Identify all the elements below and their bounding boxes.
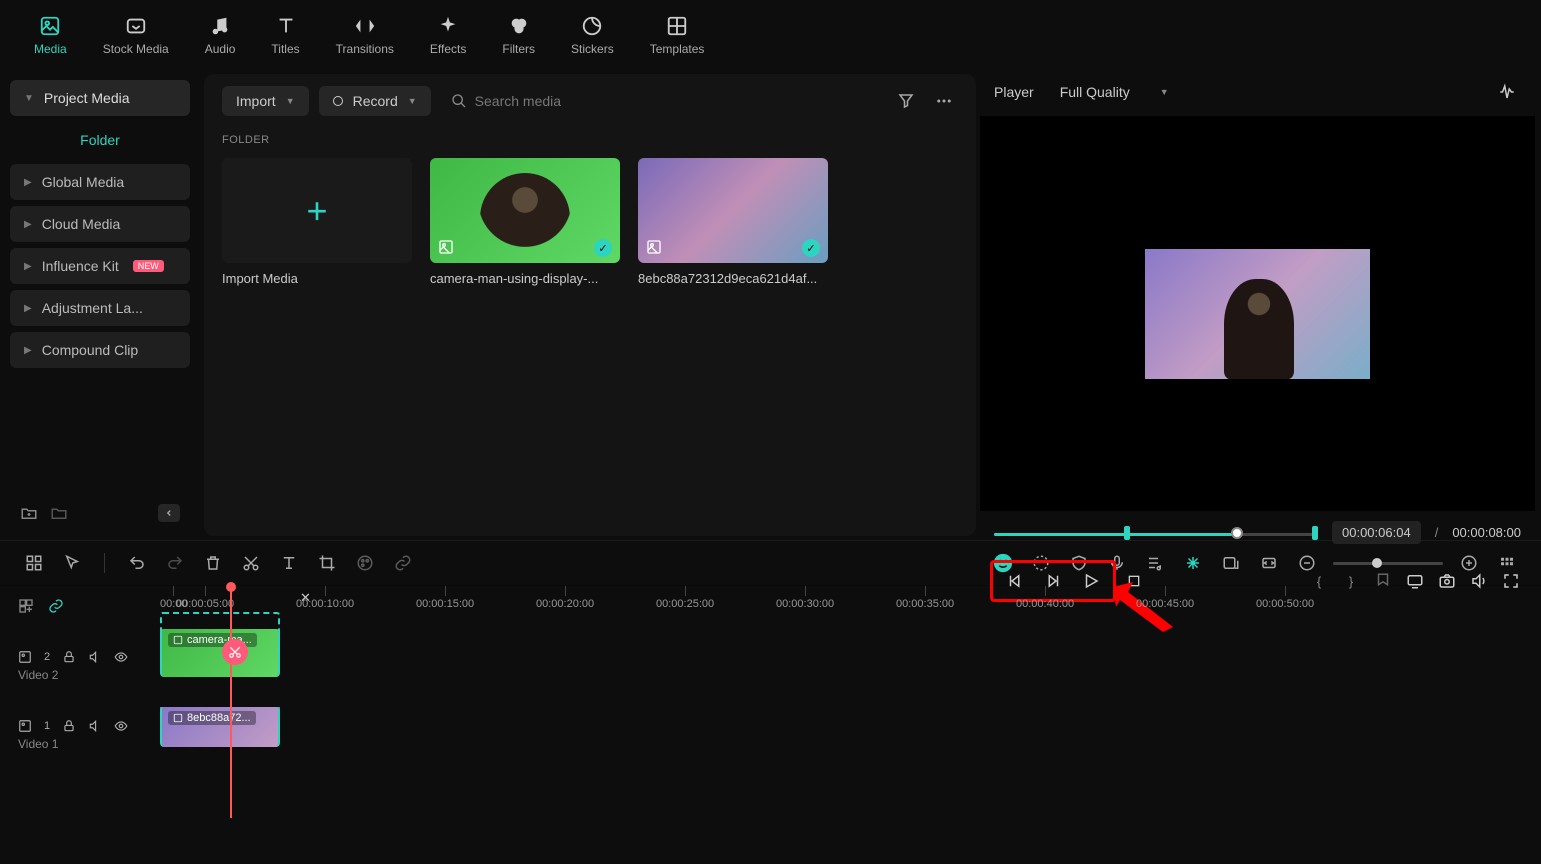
music-icon bbox=[208, 14, 232, 38]
search-icon bbox=[451, 93, 467, 109]
video-preview[interactable] bbox=[980, 116, 1535, 511]
plus-icon: + bbox=[306, 190, 327, 232]
new-folder-icon[interactable] bbox=[20, 504, 38, 522]
delete-button[interactable] bbox=[201, 551, 225, 575]
templates-icon bbox=[665, 14, 689, 38]
filters-icon bbox=[507, 14, 531, 38]
nav-filters[interactable]: Filters bbox=[488, 8, 549, 62]
chevron-right-icon: ▶ bbox=[24, 303, 32, 314]
grid-view-icon[interactable] bbox=[22, 551, 46, 575]
lock-icon[interactable] bbox=[62, 719, 76, 733]
check-icon: ✓ bbox=[802, 239, 820, 257]
link-button[interactable] bbox=[391, 551, 415, 575]
transitions-icon bbox=[353, 14, 377, 38]
eye-icon[interactable] bbox=[114, 650, 128, 664]
cut-button[interactable] bbox=[239, 551, 263, 575]
cursor-icon[interactable] bbox=[60, 551, 84, 575]
sidebar-global-media[interactable]: ▶ Global Media bbox=[10, 164, 190, 200]
slider-handle[interactable] bbox=[1372, 558, 1382, 568]
sidebar-folder[interactable]: Folder bbox=[10, 122, 190, 158]
eye-icon[interactable] bbox=[114, 719, 128, 733]
sparkle-icon bbox=[436, 14, 460, 38]
timeline-ruler[interactable]: 00:00 00:00:05:00 00:00:10:00 00:00:15:0… bbox=[160, 586, 1541, 625]
media-item-nebula[interactable]: ✓ 8ebc88a72312d9eca621d4af... bbox=[638, 158, 828, 286]
sidebar-compound-clip[interactable]: ▶ Compound Clip bbox=[10, 332, 190, 368]
chevron-right-icon: ▶ bbox=[24, 177, 32, 188]
sidebar-cloud-media[interactable]: ▶ Cloud Media bbox=[10, 206, 190, 242]
more-icon[interactable] bbox=[930, 87, 958, 115]
nav-audio[interactable]: Audio bbox=[191, 8, 250, 62]
nav-stock-media[interactable]: Stock Media bbox=[89, 8, 183, 62]
track-head-video-1[interactable]: 1 Video 1 bbox=[0, 707, 160, 763]
image-icon bbox=[38, 14, 62, 38]
quality-select[interactable]: Full Quality ▼ bbox=[1048, 80, 1181, 104]
track-image-icon bbox=[18, 650, 32, 664]
image-icon bbox=[438, 239, 456, 257]
zoom-slider[interactable] bbox=[1333, 562, 1443, 565]
undo-button[interactable] bbox=[125, 551, 149, 575]
chevron-right-icon: ▶ bbox=[24, 219, 32, 230]
link-toggle-icon[interactable] bbox=[48, 598, 64, 614]
sidebar-influence-kit[interactable]: ▶ Influence Kit NEW bbox=[10, 248, 190, 284]
out-point-marker[interactable] bbox=[1312, 526, 1318, 540]
nav-titles[interactable]: Titles bbox=[257, 8, 313, 62]
chevron-right-icon: ▶ bbox=[24, 345, 32, 356]
current-time: 00:00:06:04 bbox=[1332, 521, 1421, 544]
text-tool-button[interactable] bbox=[277, 551, 301, 575]
sidebar-adjustment-layer[interactable]: ▶ Adjustment La... bbox=[10, 290, 190, 326]
nav-templates[interactable]: Templates bbox=[636, 8, 719, 62]
redo-button[interactable] bbox=[163, 551, 187, 575]
chevron-down-icon: ▼ bbox=[408, 96, 417, 106]
total-time: 00:00:08:00 bbox=[1452, 525, 1521, 540]
chevron-down-icon: ▼ bbox=[24, 93, 34, 104]
chevron-down-icon: ▼ bbox=[286, 96, 295, 106]
clear-selection-button[interactable]: ✕ bbox=[300, 590, 311, 606]
player-title: Player bbox=[994, 84, 1034, 100]
clip-nebula[interactable]: 8ebc88a72... bbox=[160, 707, 280, 747]
in-point-marker[interactable] bbox=[1124, 526, 1130, 540]
new-badge: NEW bbox=[133, 260, 164, 272]
image-icon bbox=[173, 713, 183, 723]
record-icon bbox=[333, 96, 343, 106]
nav-media[interactable]: Media bbox=[20, 8, 81, 62]
nav-transitions[interactable]: Transitions bbox=[322, 8, 408, 62]
record-dropdown[interactable]: Record ▼ bbox=[319, 86, 431, 116]
mute-icon[interactable] bbox=[88, 650, 102, 664]
import-dropdown[interactable]: Import ▼ bbox=[222, 86, 309, 116]
cut-indicator-icon bbox=[222, 639, 248, 665]
color-button[interactable] bbox=[353, 551, 377, 575]
add-track-icon[interactable] bbox=[18, 598, 34, 614]
collapse-sidebar-button[interactable] bbox=[158, 504, 180, 522]
track-head-video-2[interactable]: 2 Video 2 bbox=[0, 625, 160, 707]
text-icon bbox=[274, 14, 298, 38]
scrubber[interactable] bbox=[994, 523, 1318, 543]
crop-button[interactable] bbox=[315, 551, 339, 575]
scrubber-handle[interactable] bbox=[1231, 527, 1243, 539]
nav-effects[interactable]: Effects bbox=[416, 8, 480, 62]
image-icon bbox=[173, 635, 183, 645]
folder-heading: FOLDER bbox=[222, 134, 958, 146]
track-image-icon bbox=[18, 719, 32, 733]
clip-camera-man[interactable]: camera-ma... bbox=[160, 629, 280, 677]
lock-icon[interactable] bbox=[62, 650, 76, 664]
playhead[interactable] bbox=[230, 586, 232, 818]
folder-back-icon[interactable] bbox=[50, 504, 68, 522]
import-media-card[interactable]: + Import Media bbox=[222, 158, 412, 286]
waveform-icon[interactable] bbox=[1493, 78, 1521, 106]
search-input[interactable]: Search media bbox=[441, 86, 882, 116]
cloud-media-icon bbox=[124, 14, 148, 38]
sidebar-project-media[interactable]: ▼ Project Media bbox=[10, 80, 190, 116]
media-item-camera-man[interactable]: ✓ camera-man-using-display-... bbox=[430, 158, 620, 286]
chevron-down-icon: ▼ bbox=[1160, 87, 1169, 97]
nav-stickers[interactable]: Stickers bbox=[557, 8, 628, 62]
filter-icon[interactable] bbox=[892, 87, 920, 115]
check-icon: ✓ bbox=[594, 239, 612, 257]
stickers-icon bbox=[580, 14, 604, 38]
chevron-right-icon: ▶ bbox=[24, 261, 32, 272]
image-icon bbox=[646, 239, 664, 257]
mute-icon[interactable] bbox=[88, 719, 102, 733]
